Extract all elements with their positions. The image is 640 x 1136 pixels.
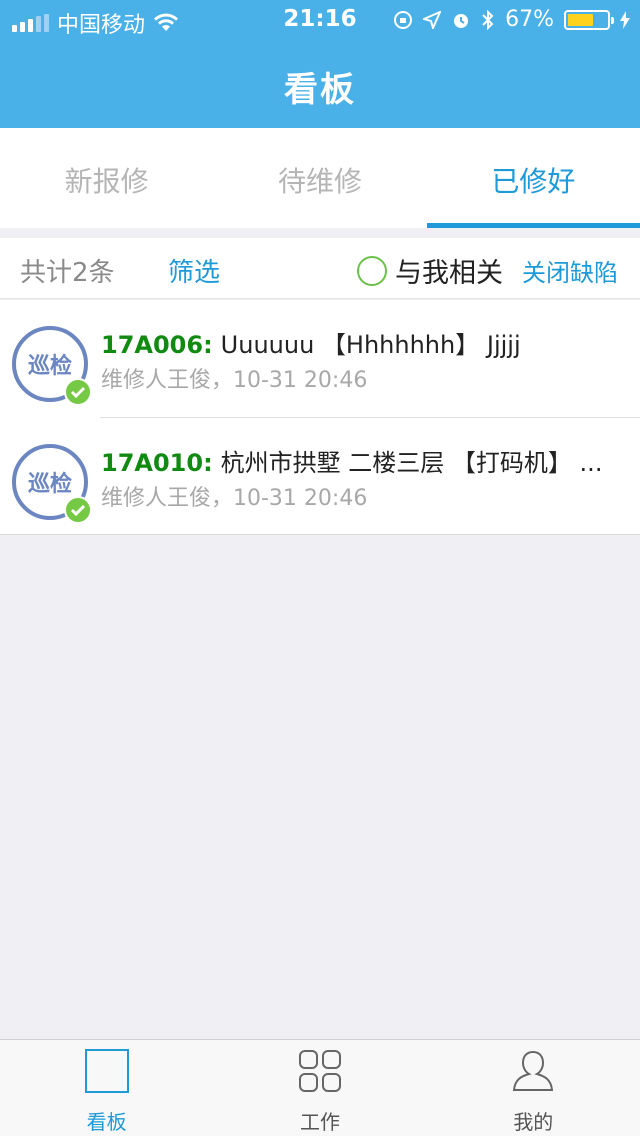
- item-code: 17A010:: [101, 449, 213, 477]
- filter-bar: 共计2条 筛选 与我相关 关闭缺陷: [0, 238, 640, 299]
- close-defect-button[interactable]: 关闭缺陷: [522, 253, 618, 288]
- rotation-lock-icon: [394, 10, 413, 29]
- filter-button[interactable]: 筛选: [168, 252, 220, 289]
- check-icon: [64, 496, 92, 524]
- tab-repaired[interactable]: 已修好: [426, 128, 640, 228]
- grid-icon: [298, 1050, 341, 1092]
- radio-circle-icon[interactable]: [357, 255, 387, 286]
- list-item[interactable]: 巡检 17A006: Uuuuuu 【Hhhhhhh】 Jjjjj 维修人王俊，1…: [0, 300, 640, 417]
- check-icon: [64, 378, 92, 406]
- item-description: 杭州市拱墅 二楼三层 【打码机】 ...: [220, 449, 603, 477]
- battery-percent: 67%: [505, 7, 554, 32]
- nav-work-label: 工作: [299, 1110, 340, 1134]
- tab-bar: 新报修 待维修 已修好: [0, 128, 640, 228]
- item-description: Uuuuuu 【Hhhhhhh】 Jjjjj: [220, 331, 521, 359]
- item-code: 17A006:: [101, 331, 213, 359]
- related-to-me-label: 与我相关: [395, 258, 503, 289]
- defect-list: 巡检 17A006: Uuuuuu 【Hhhhhhh】 Jjjjj 维修人王俊，1…: [0, 300, 640, 535]
- bluetooth-icon: [482, 9, 494, 30]
- page-title: 看板: [284, 70, 356, 110]
- board-icon: [84, 1049, 129, 1093]
- charging-icon: [620, 10, 630, 29]
- status-bar: 中国移动 21:16 67%: [0, 0, 640, 40]
- user-icon: [513, 1050, 554, 1091]
- header-bar: 中国移动 21:16 67% 看板: [0, 0, 640, 128]
- nav-work[interactable]: 工作: [213, 1040, 426, 1136]
- tab-new-repair[interactable]: 新报修: [0, 128, 213, 228]
- bottom-nav: 看板 工作 我的: [0, 1039, 640, 1136]
- total-count: 共计2条: [20, 258, 115, 288]
- related-to-me-toggle[interactable]: 与我相关: [357, 251, 503, 290]
- item-title: 17A010: 杭州市拱墅 二楼三层 【打码机】 ...: [101, 443, 631, 478]
- location-icon: [423, 10, 442, 29]
- item-title: 17A006: Uuuuuu 【Hhhhhhh】 Jjjjj: [101, 325, 631, 360]
- nav-mine-label: 我的: [513, 1110, 554, 1134]
- alarm-icon: [454, 13, 469, 28]
- nav-board[interactable]: 看板: [0, 1040, 213, 1136]
- list-item[interactable]: 巡检 17A010: 杭州市拱墅 二楼三层 【打码机】 ... 维修人王俊，10-…: [12, 417, 640, 534]
- nav-board-label: 看板: [86, 1110, 127, 1134]
- battery-icon: [564, 9, 614, 30]
- nav-mine[interactable]: 我的: [427, 1040, 640, 1136]
- tab-pending-repair[interactable]: 待维修: [213, 128, 426, 228]
- item-meta: 维修人王俊，10-31 20:46: [101, 368, 368, 393]
- item-meta: 维修人王俊，10-31 20:46: [101, 486, 368, 511]
